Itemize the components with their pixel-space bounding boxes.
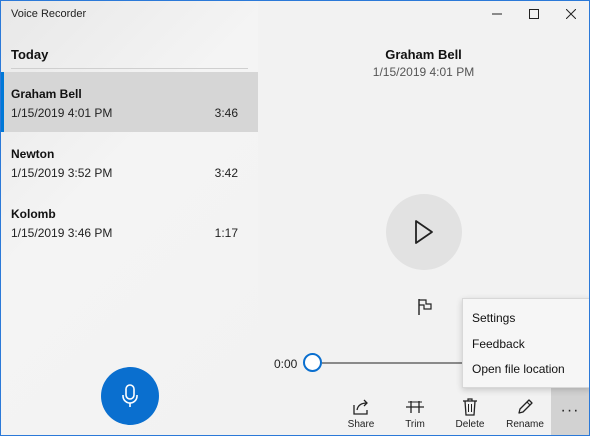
recording-name: Kolomb [11, 207, 56, 221]
trim-button[interactable]: Trim [388, 396, 442, 434]
recordings-list: Graham Bell 1/15/2019 4:01 PM 3:46 Newto… [1, 72, 258, 252]
now-playing-title: Graham Bell [385, 47, 462, 62]
menu-item-settings[interactable]: Settings [472, 311, 515, 325]
voice-recorder-window: Voice Recorder Today Graham Bell 1/15/20… [0, 0, 590, 436]
delete-label: Delete [455, 419, 485, 430]
close-icon [566, 9, 576, 19]
menu-item-feedback[interactable]: Feedback [472, 337, 525, 351]
section-header-today: Today [11, 47, 49, 62]
record-button[interactable] [101, 367, 159, 425]
more-options-button[interactable]: ··· [551, 386, 589, 435]
rename-label: Rename [506, 419, 544, 430]
trim-icon [406, 401, 424, 413]
maximize-button[interactable] [524, 5, 544, 23]
recording-item[interactable]: Kolomb 1/15/2019 3:46 PM 1:17 [1, 192, 258, 252]
more-options-menu: Settings Feedback Open file location [462, 298, 589, 388]
minimize-button[interactable] [487, 5, 507, 23]
rename-button[interactable]: Rename [498, 396, 552, 434]
share-label: Share [347, 419, 375, 430]
share-button[interactable]: Share [334, 396, 388, 434]
flag-icon [418, 299, 432, 315]
share-icon [353, 399, 368, 415]
recording-duration: 3:46 [214, 106, 238, 120]
playback-position: 0:00 [274, 357, 298, 371]
recording-date: 1/15/2019 3:52 PM [11, 166, 113, 180]
close-button[interactable] [561, 5, 581, 23]
delete-button[interactable]: Delete [443, 396, 497, 434]
recording-name: Graham Bell [11, 87, 82, 101]
seek-thumb[interactable] [303, 353, 322, 372]
app-title: Voice Recorder [11, 8, 87, 20]
section-divider [11, 68, 248, 69]
recording-date: 1/15/2019 3:46 PM [11, 226, 113, 240]
recording-item[interactable]: Newton 1/15/2019 3:52 PM 3:42 [1, 132, 258, 192]
recording-duration: 1:17 [214, 226, 238, 240]
minimize-icon [492, 13, 502, 15]
trash-icon [463, 398, 477, 416]
recordings-pane: Voice Recorder Today Graham Bell 1/15/20… [1, 1, 258, 435]
recording-item[interactable]: Graham Bell 1/15/2019 4:01 PM 3:46 [1, 72, 258, 132]
recording-name: Newton [11, 147, 55, 161]
play-button[interactable] [386, 194, 462, 270]
add-marker-button[interactable] [417, 298, 433, 316]
play-icon [415, 220, 433, 244]
menu-item-open-file-location[interactable]: Open file location [472, 362, 565, 376]
pencil-icon [518, 399, 533, 414]
microphone-icon [122, 384, 138, 407]
recording-duration: 3:42 [214, 166, 238, 180]
now-playing-date: 1/15/2019 4:01 PM [372, 65, 475, 79]
maximize-icon [529, 9, 539, 19]
recording-date: 1/15/2019 4:01 PM [11, 106, 113, 120]
seek-track[interactable] [322, 362, 462, 364]
trim-label: Trim [405, 419, 425, 430]
